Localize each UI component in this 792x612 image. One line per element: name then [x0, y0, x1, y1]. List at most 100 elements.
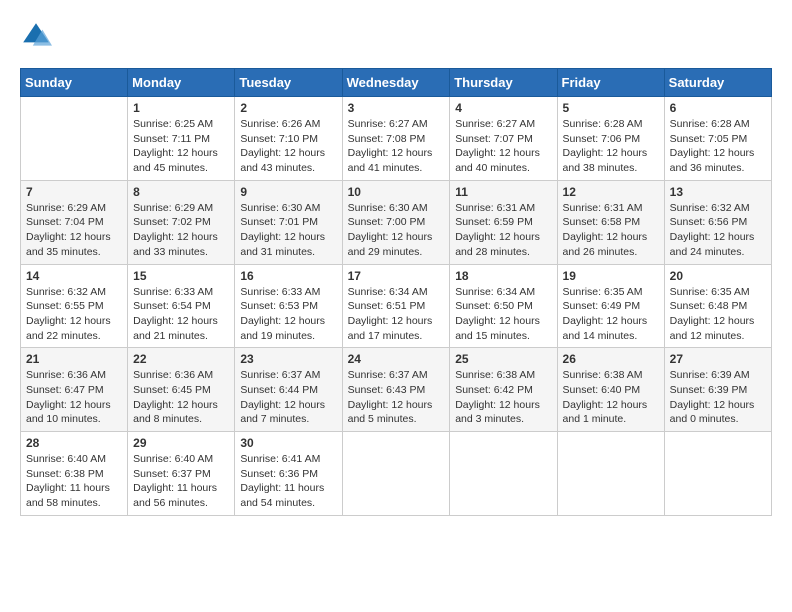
day-of-week-header: Friday	[557, 69, 664, 97]
day-number: 13	[670, 185, 766, 199]
day-info: Sunrise: 6:31 AMSunset: 6:58 PMDaylight:…	[563, 201, 659, 260]
calendar-cell: 26 Sunrise: 6:38 AMSunset: 6:40 PMDayligh…	[557, 348, 664, 432]
day-of-week-header: Wednesday	[342, 69, 450, 97]
day-info: Sunrise: 6:40 AMSunset: 6:37 PMDaylight:…	[133, 452, 229, 511]
day-info: Sunrise: 6:36 AMSunset: 6:47 PMDaylight:…	[26, 368, 122, 427]
day-info: Sunrise: 6:30 AMSunset: 7:00 PMDaylight:…	[348, 201, 445, 260]
day-number: 27	[670, 352, 766, 366]
calendar-cell: 5 Sunrise: 6:28 AMSunset: 7:06 PMDaylight…	[557, 97, 664, 181]
day-info: Sunrise: 6:34 AMSunset: 6:51 PMDaylight:…	[348, 285, 445, 344]
calendar-cell: 29Sunrise: 6:40 AMSunset: 6:37 PMDayligh…	[128, 432, 235, 516]
day-of-week-header: Tuesday	[235, 69, 342, 97]
calendar-cell: 3 Sunrise: 6:27 AMSunset: 7:08 PMDaylight…	[342, 97, 450, 181]
day-of-week-header: Thursday	[450, 69, 557, 97]
calendar-cell: 7 Sunrise: 6:29 AMSunset: 7:04 PMDaylight…	[21, 180, 128, 264]
day-number: 19	[563, 269, 659, 283]
calendar-cell: 10 Sunrise: 6:30 AMSunset: 7:00 PMDayligh…	[342, 180, 450, 264]
day-number: 8	[133, 185, 229, 199]
calendar-cell	[557, 432, 664, 516]
calendar-week-row: 21 Sunrise: 6:36 AMSunset: 6:47 PMDayligh…	[21, 348, 772, 432]
day-number: 28	[26, 436, 122, 450]
day-of-week-header: Saturday	[664, 69, 771, 97]
header	[20, 20, 772, 52]
day-number: 24	[348, 352, 445, 366]
day-info: Sunrise: 6:38 AMSunset: 6:42 PMDaylight:…	[455, 368, 551, 427]
calendar-cell: 8 Sunrise: 6:29 AMSunset: 7:02 PMDaylight…	[128, 180, 235, 264]
calendar-week-row: 14Sunrise: 6:32 AMSunset: 6:55 PMDayligh…	[21, 264, 772, 348]
day-info: Sunrise: 6:28 AMSunset: 7:06 PMDaylight:…	[563, 117, 659, 176]
day-number: 3	[348, 101, 445, 115]
day-info: Sunrise: 6:35 AMSunset: 6:48 PMDaylight:…	[670, 285, 766, 344]
calendar-cell	[664, 432, 771, 516]
day-number: 11	[455, 185, 551, 199]
day-number: 21	[26, 352, 122, 366]
logo	[20, 20, 56, 52]
day-info: Sunrise: 6:39 AMSunset: 6:39 PMDaylight:…	[670, 368, 766, 427]
day-info: Sunrise: 6:27 AMSunset: 7:07 PMDaylight:…	[455, 117, 551, 176]
calendar-cell: 1 Sunrise: 6:25 AMSunset: 7:11 PMDaylight…	[128, 97, 235, 181]
day-info: Sunrise: 6:34 AMSunset: 6:50 PMDaylight:…	[455, 285, 551, 344]
calendar-cell: 11 Sunrise: 6:31 AMSunset: 6:59 PMDayligh…	[450, 180, 557, 264]
day-info: Sunrise: 6:38 AMSunset: 6:40 PMDaylight:…	[563, 368, 659, 427]
day-number: 4	[455, 101, 551, 115]
calendar-cell: 2 Sunrise: 6:26 AMSunset: 7:10 PMDaylight…	[235, 97, 342, 181]
day-info: Sunrise: 6:40 AMSunset: 6:38 PMDaylight:…	[26, 452, 122, 511]
day-info: Sunrise: 6:26 AMSunset: 7:10 PMDaylight:…	[240, 117, 336, 176]
day-number: 1	[133, 101, 229, 115]
day-number: 5	[563, 101, 659, 115]
calendar-cell: 15 Sunrise: 6:33 AMSunset: 6:54 PMDayligh…	[128, 264, 235, 348]
day-number: 10	[348, 185, 445, 199]
day-number: 23	[240, 352, 336, 366]
day-info: Sunrise: 6:33 AMSunset: 6:54 PMDaylight:…	[133, 285, 229, 344]
calendar-cell	[450, 432, 557, 516]
calendar-cell: 20Sunrise: 6:35 AMSunset: 6:48 PMDayligh…	[664, 264, 771, 348]
calendar-cell: 23 Sunrise: 6:37 AMSunset: 6:44 PMDayligh…	[235, 348, 342, 432]
calendar-cell: 18Sunrise: 6:34 AMSunset: 6:50 PMDayligh…	[450, 264, 557, 348]
day-number: 17	[348, 269, 445, 283]
day-info: Sunrise: 6:32 AMSunset: 6:56 PMDaylight:…	[670, 201, 766, 260]
day-number: 16	[240, 269, 336, 283]
day-info: Sunrise: 6:37 AMSunset: 6:43 PMDaylight:…	[348, 368, 445, 427]
day-number: 26	[563, 352, 659, 366]
day-number: 30	[240, 436, 336, 450]
calendar-week-row: 28 Sunrise: 6:40 AMSunset: 6:38 PMDayligh…	[21, 432, 772, 516]
day-info: Sunrise: 6:35 AMSunset: 6:49 PMDaylight:…	[563, 285, 659, 344]
day-info: Sunrise: 6:25 AMSunset: 7:11 PMDaylight:…	[133, 117, 229, 176]
calendar-cell: 9 Sunrise: 6:30 AMSunset: 7:01 PMDaylight…	[235, 180, 342, 264]
calendar-header-row: SundayMondayTuesdayWednesdayThursdayFrid…	[21, 69, 772, 97]
calendar-cell: 24 Sunrise: 6:37 AMSunset: 6:43 PMDayligh…	[342, 348, 450, 432]
calendar-cell	[342, 432, 450, 516]
day-info: Sunrise: 6:29 AMSunset: 7:02 PMDaylight:…	[133, 201, 229, 260]
day-number: 6	[670, 101, 766, 115]
calendar-cell: 25 Sunrise: 6:38 AMSunset: 6:42 PMDayligh…	[450, 348, 557, 432]
day-number: 9	[240, 185, 336, 199]
calendar-cell: 14Sunrise: 6:32 AMSunset: 6:55 PMDayligh…	[21, 264, 128, 348]
day-number: 22	[133, 352, 229, 366]
calendar-cell	[21, 97, 128, 181]
calendar-cell: 28 Sunrise: 6:40 AMSunset: 6:38 PMDayligh…	[21, 432, 128, 516]
calendar-cell: 16 Sunrise: 6:33 AMSunset: 6:53 PMDayligh…	[235, 264, 342, 348]
calendar-cell: 13 Sunrise: 6:32 AMSunset: 6:56 PMDayligh…	[664, 180, 771, 264]
day-of-week-header: Sunday	[21, 69, 128, 97]
day-info: Sunrise: 6:27 AMSunset: 7:08 PMDaylight:…	[348, 117, 445, 176]
calendar-cell: 21 Sunrise: 6:36 AMSunset: 6:47 PMDayligh…	[21, 348, 128, 432]
day-number: 25	[455, 352, 551, 366]
logo-icon	[20, 20, 52, 52]
calendar-cell: 17 Sunrise: 6:34 AMSunset: 6:51 PMDayligh…	[342, 264, 450, 348]
calendar-cell: 19 Sunrise: 6:35 AMSunset: 6:49 PMDayligh…	[557, 264, 664, 348]
calendar-cell: 27 Sunrise: 6:39 AMSunset: 6:39 PMDayligh…	[664, 348, 771, 432]
day-info: Sunrise: 6:33 AMSunset: 6:53 PMDaylight:…	[240, 285, 336, 344]
calendar-cell: 4 Sunrise: 6:27 AMSunset: 7:07 PMDaylight…	[450, 97, 557, 181]
calendar-cell: 22Sunrise: 6:36 AMSunset: 6:45 PMDayligh…	[128, 348, 235, 432]
day-info: Sunrise: 6:31 AMSunset: 6:59 PMDaylight:…	[455, 201, 551, 260]
day-info: Sunrise: 6:37 AMSunset: 6:44 PMDaylight:…	[240, 368, 336, 427]
day-info: Sunrise: 6:32 AMSunset: 6:55 PMDaylight:…	[26, 285, 122, 344]
calendar-cell: 30Sunrise: 6:41 AMSunset: 6:36 PMDayligh…	[235, 432, 342, 516]
calendar-cell: 12Sunrise: 6:31 AMSunset: 6:58 PMDayligh…	[557, 180, 664, 264]
day-number: 7	[26, 185, 122, 199]
day-number: 2	[240, 101, 336, 115]
day-info: Sunrise: 6:30 AMSunset: 7:01 PMDaylight:…	[240, 201, 336, 260]
day-info: Sunrise: 6:28 AMSunset: 7:05 PMDaylight:…	[670, 117, 766, 176]
day-number: 15	[133, 269, 229, 283]
day-info: Sunrise: 6:29 AMSunset: 7:04 PMDaylight:…	[26, 201, 122, 260]
